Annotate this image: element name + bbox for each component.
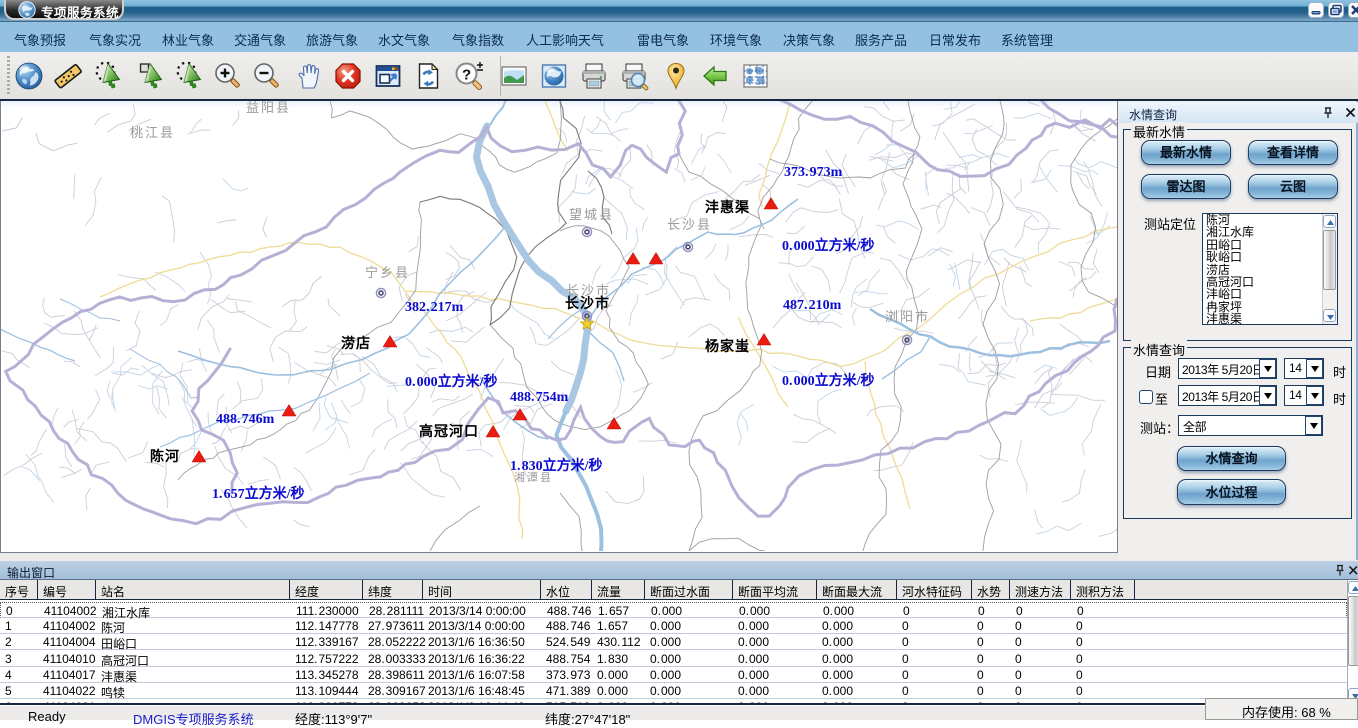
- svg-text:杨家蚩: 杨家蚩: [705, 338, 750, 354]
- svg-text:长沙县: 长沙县: [667, 217, 712, 232]
- svg-text:涝店: 涝店: [341, 335, 371, 351]
- svg-text:高冠河口: 高冠河口: [419, 423, 479, 439]
- svg-text:487. 210m: 487. 210m: [783, 298, 842, 313]
- svg-text:488. 754m: 488. 754m: [510, 390, 569, 405]
- svg-text:373. 973m: 373. 973m: [784, 165, 843, 180]
- svg-text:沣惠渠: 沣惠渠: [705, 199, 750, 215]
- svg-text:0. 000立方米/秒: 0. 000立方米/秒: [405, 373, 498, 390]
- svg-text:桃江县: 桃江县: [130, 125, 175, 140]
- svg-text:浏阳市: 浏阳市: [885, 309, 930, 324]
- svg-text:长沙市: 长沙市: [565, 295, 610, 311]
- svg-text:宁乡县: 宁乡县: [365, 265, 410, 280]
- svg-text:望城县: 望城县: [569, 207, 614, 222]
- svg-text:0. 000立方米/秒: 0. 000立方米/秒: [782, 237, 875, 254]
- svg-text:陈河: 陈河: [150, 448, 180, 464]
- svg-text:382. 217m: 382. 217m: [405, 300, 464, 315]
- svg-text:0. 000立方米/秒: 0. 000立方米/秒: [782, 372, 875, 389]
- svg-text:1. 830立方米/秒: 1. 830立方米/秒: [510, 457, 603, 474]
- svg-text:488. 746m: 488. 746m: [216, 412, 275, 427]
- svg-text:益阳县: 益阳县: [246, 101, 291, 115]
- svg-text:1. 657立方米/秒: 1. 657立方米/秒: [212, 485, 305, 502]
- svg-text:?: ?: [462, 67, 471, 84]
